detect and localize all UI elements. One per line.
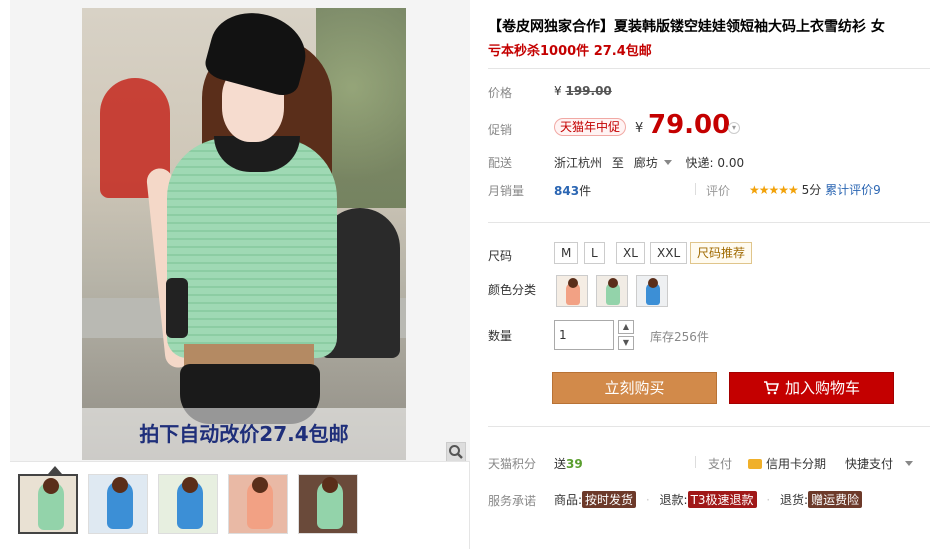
- promo-badge[interactable]: 天猫年中促: [554, 118, 627, 136]
- rating-score: 5分: [801, 183, 822, 197]
- sales-unit: 件: [579, 184, 592, 198]
- service-promise-label: 服务承诺: [488, 494, 537, 508]
- refund-prefix: 退款:: [659, 493, 688, 507]
- shipping-to-select[interactable]: 廊坊: [634, 156, 672, 170]
- quick-pay[interactable]: 快捷支付: [845, 455, 914, 472]
- review-count-link[interactable]: 累计评价9: [825, 183, 881, 197]
- quantity-label: 数量: [488, 329, 513, 343]
- product-gallery: 拍下自动改价27.4包邮: [10, 0, 470, 549]
- quantity-increase-button[interactable]: ▲: [618, 320, 634, 334]
- size-option[interactable]: L: [584, 242, 605, 264]
- promo-price-currency: ¥: [635, 121, 644, 136]
- quantity-input[interactable]: 1: [554, 320, 614, 350]
- goods-prefix: 商品:: [554, 493, 583, 507]
- thumbnail[interactable]: [88, 474, 148, 534]
- thumbnail[interactable]: [18, 474, 78, 534]
- rating: ★★★★★ 5分 累计评价9: [749, 181, 881, 198]
- points: 送39: [554, 455, 583, 472]
- quick-pay-label: 快捷支付: [845, 457, 894, 471]
- product-title: 【卷皮网独家合作】夏装韩版镂空娃娃领短袖大码上衣雪纺衫 女: [488, 19, 885, 35]
- color-label: 颜色分类: [488, 283, 537, 297]
- buy-now-button[interactable]: 立刻购买: [552, 372, 717, 404]
- return-insurance-tag[interactable]: 赠运费险: [808, 491, 863, 508]
- points-prefix: 送: [554, 457, 567, 471]
- thumbnail[interactable]: [158, 474, 218, 534]
- chevron-down-icon[interactable]: ▾: [728, 122, 740, 134]
- size-option[interactable]: XXL: [650, 242, 688, 264]
- separator: [695, 456, 696, 468]
- zoom-icon: [449, 445, 463, 459]
- list-price-label: 价格: [488, 86, 513, 100]
- sales-label: 月销量: [488, 184, 525, 198]
- color-option[interactable]: [636, 275, 668, 307]
- color-option[interactable]: [596, 275, 628, 307]
- add-to-cart-label: 加入购物车: [784, 379, 860, 397]
- sales-count: 843件: [554, 182, 591, 199]
- shipping-to: 廊坊: [633, 156, 658, 170]
- zoom-button[interactable]: [446, 442, 466, 461]
- points-value: 39: [566, 457, 583, 471]
- cart-icon: [763, 381, 779, 395]
- rating-stars: ★★★★★: [749, 183, 799, 197]
- fast-refund-tag[interactable]: T3极速退款: [687, 491, 757, 508]
- size-label: 尺码: [488, 249, 513, 263]
- size-recommend-button[interactable]: 尺码推荐: [690, 242, 753, 264]
- shipping-to-word: 至: [611, 156, 624, 170]
- return-prefix: 退货:: [780, 493, 809, 507]
- rating-label: 评价: [706, 184, 731, 198]
- stock-info: 库存256件: [650, 330, 709, 344]
- list-price-value: 199.00: [565, 84, 612, 98]
- credit-installment-label: 信用卡分期: [766, 457, 827, 471]
- divider: [488, 68, 930, 69]
- thumbnail-active-caret: [48, 466, 62, 474]
- list-price-currency: ¥: [554, 84, 562, 98]
- shipping-label: 配送: [488, 156, 513, 170]
- thumbnail[interactable]: [228, 474, 288, 534]
- shipping-info: 浙江杭州 至 廊坊 快递: 0.00: [554, 154, 744, 171]
- on-time-delivery-tag[interactable]: 按时发货: [582, 491, 637, 508]
- shipping-express: 快递: 0.00: [685, 156, 745, 170]
- chevron-down-icon: [663, 160, 672, 165]
- promo-price-value: 79.00: [648, 110, 731, 140]
- pay-label: 支付: [708, 457, 733, 471]
- promo-price-label: 促销: [488, 123, 513, 137]
- size-option[interactable]: XL: [616, 242, 645, 264]
- divider: [488, 222, 930, 223]
- credit-installment[interactable]: 信用卡分期: [748, 455, 826, 472]
- quantity-decrease-button[interactable]: ▼: [618, 336, 634, 350]
- sales-value: 843: [554, 184, 580, 198]
- points-label: 天猫积分: [488, 457, 537, 471]
- thumbnail-strip: [18, 474, 358, 536]
- color-option[interactable]: [556, 275, 588, 307]
- shipping-from: 浙江杭州: [554, 156, 603, 170]
- separator: [695, 183, 696, 195]
- promo-banner-text: 拍下自动改价27.4包邮: [82, 408, 406, 460]
- service-promises: 商品: 按时发货 · 退款: T3极速退款 · 退货: 赠运费险: [554, 491, 863, 508]
- size-option[interactable]: M: [554, 242, 579, 264]
- list-price: ¥ 199.00: [554, 84, 612, 98]
- thumbnail[interactable]: [298, 474, 358, 534]
- divider: [488, 426, 930, 427]
- main-product-image[interactable]: 拍下自动改价27.4包邮: [10, 0, 470, 462]
- add-to-cart-button[interactable]: 加入购物车: [729, 372, 894, 404]
- chevron-down-icon: [905, 461, 914, 466]
- product-photo: [82, 8, 406, 460]
- product-subtitle: 亏本秒杀1000件 27.4包邮: [488, 44, 652, 59]
- credit-card-icon: [748, 459, 762, 469]
